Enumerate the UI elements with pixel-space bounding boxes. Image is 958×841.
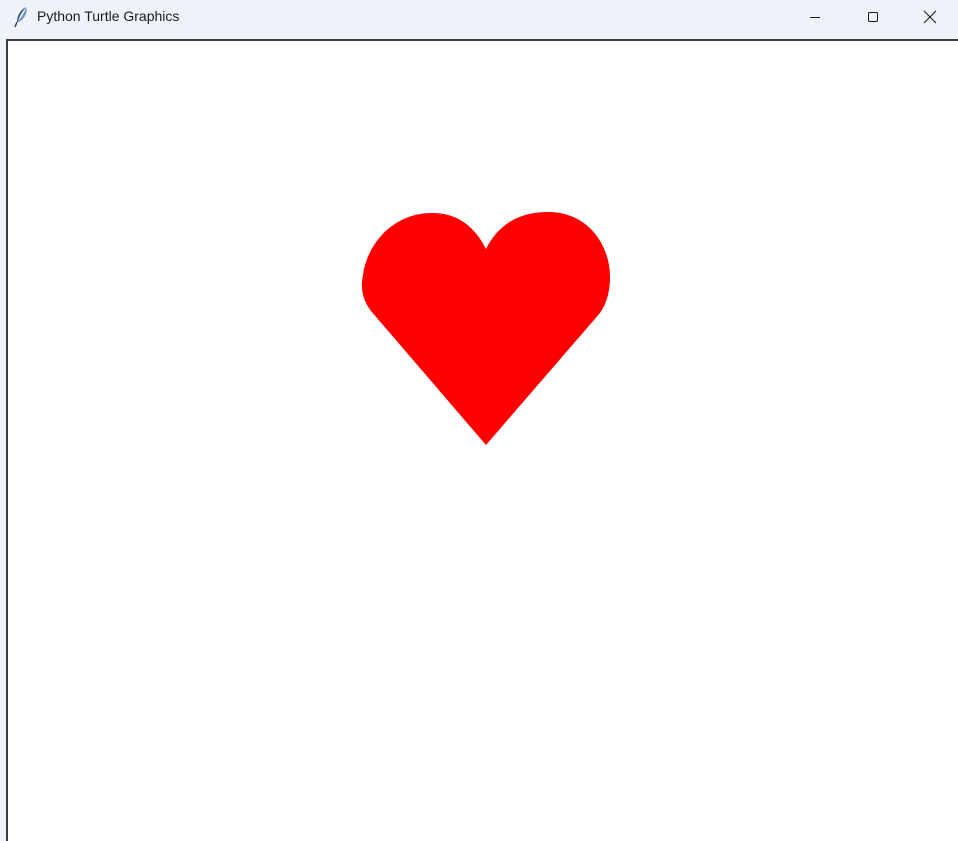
minimize-icon xyxy=(809,11,821,23)
feather-icon xyxy=(12,6,30,28)
close-button[interactable] xyxy=(902,0,958,34)
turtle-graphics-window: Python Turtle Graphics xyxy=(0,0,958,841)
turtle-canvas[interactable] xyxy=(6,39,958,841)
maximize-button[interactable] xyxy=(844,0,902,34)
window-title: Python Turtle Graphics xyxy=(37,8,180,24)
canvas-drawing-surface xyxy=(361,212,610,445)
minimize-button[interactable] xyxy=(786,0,844,34)
heart-shape xyxy=(361,212,610,445)
close-icon xyxy=(923,10,937,24)
title-bar[interactable]: Python Turtle Graphics xyxy=(0,0,958,34)
maximize-icon xyxy=(867,11,879,23)
